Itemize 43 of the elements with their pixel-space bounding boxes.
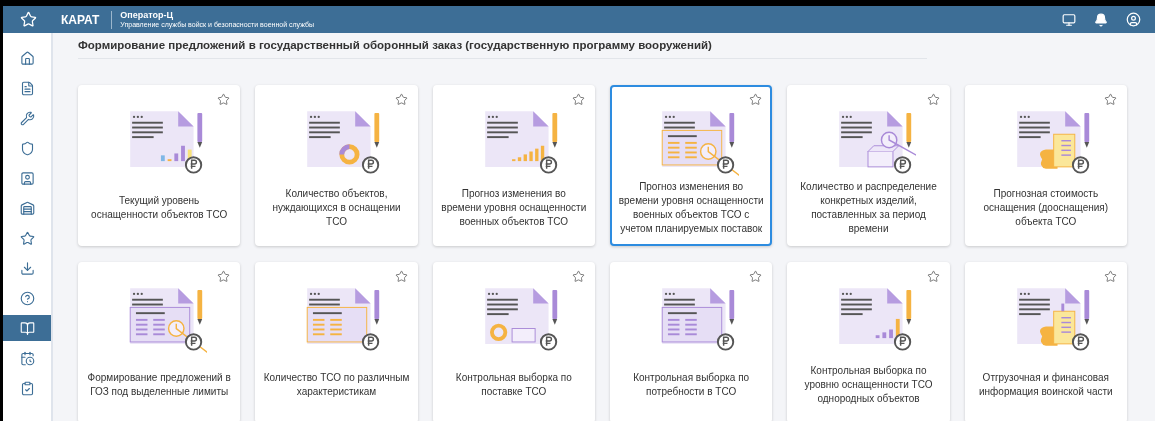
card-title: Контрольная выборка по потребности в ТСО [632, 370, 751, 399]
report-card[interactable]: Текущий уровень оснащенности объектов ТСО [78, 85, 241, 247]
card-title: Количество и распределение конкретных изделий, поставленных за период времени [799, 179, 938, 236]
favorite-star-icon[interactable] [217, 93, 231, 107]
report-card[interactable]: Количество и распределение конкретных изделий, поставленных за период времени [787, 85, 950, 247]
card-title: Отгрузочная и финансовая информация воинской части [978, 370, 1114, 399]
card-title: Количество объектов, нуждающихся в оснащении ТСО [271, 186, 402, 229]
monitor-icon[interactable] [1062, 12, 1076, 27]
favorite-star-icon[interactable] [926, 93, 940, 107]
favorite-star-icon[interactable] [926, 270, 940, 284]
card-title: Текущий уровень оснащенности объектов ТСО [90, 193, 229, 222]
report-card[interactable]: Прогноз изменения во времени уровня оснащенности военных объектов ТСО с учетом планируемых поставок [610, 85, 773, 247]
card-title: Контрольная выборка по поставке ТСО [454, 370, 573, 399]
report-card[interactable]: Прогнозная стоимость оснащения (дооснащения) объекта ТСО [964, 85, 1127, 247]
report-card[interactable]: Контрольная выборка по потребности в ТСО [610, 262, 773, 421]
card-title: Формирование предложений в ГОЗ под выделенные лимиты [86, 370, 232, 399]
page-title: Формирование предложений в государственный оборонный заказ (государственную программу вооружений) [78, 33, 927, 60]
app-title: Оператор-Ц [120, 9, 175, 20]
book-icon[interactable] [3, 315, 51, 341]
card-title: Количество ТСО по различным характеристикам [263, 370, 410, 399]
report-card[interactable]: Формирование предложений в ГОЗ под выделенные лимиты [78, 262, 241, 421]
user-account-icon[interactable] [1126, 12, 1141, 27]
favorite-star-icon[interactable] [572, 270, 585, 284]
card-title: Прогноз изменения во времени уровня оснащенности военных объектов ТСО с учетом планируемых поставок [618, 179, 765, 236]
favorite-star-icon[interactable] [1104, 270, 1117, 284]
report-card[interactable]: Контрольная выборка по поставке ТСО [432, 262, 595, 421]
card-title: Прогноз изменения во времени уровня оснащенности военных объектов ТСО [440, 186, 587, 229]
notifications-bell-icon[interactable] [1094, 12, 1108, 27]
report-card[interactable]: Отгрузочная и финансовая информация воинской части [964, 262, 1127, 421]
app-logo: КАРАТ [60, 11, 101, 29]
report-card[interactable]: Количество ТСО по различным характеристикам [255, 262, 418, 421]
report-card[interactable]: Количество объектов, нуждающихся в оснащении ТСО [255, 85, 418, 247]
favorite-star-icon[interactable] [394, 270, 408, 284]
favorite-star-icon[interactable] [749, 93, 763, 107]
favorite-star-icon[interactable] [1104, 93, 1117, 107]
favorite-star-icon[interactable] [394, 93, 408, 107]
report-card[interactable]: Прогноз изменения во времени уровня оснащенности военных объектов ТСО [432, 85, 595, 247]
card-title: Прогнозная стоимость оснащения (дооснащения) объекта ТСО [982, 186, 1110, 229]
favorite-star-icon[interactable] [217, 270, 231, 284]
favorite-star-icon[interactable] [749, 270, 763, 284]
report-card[interactable]: Контрольная выборка по уровню оснащенности ТСО однородных объектов [787, 262, 950, 421]
favorite-star-icon[interactable] [572, 93, 585, 107]
card-title: Контрольная выборка по уровню оснащенности ТСО однородных объектов [803, 363, 934, 406]
